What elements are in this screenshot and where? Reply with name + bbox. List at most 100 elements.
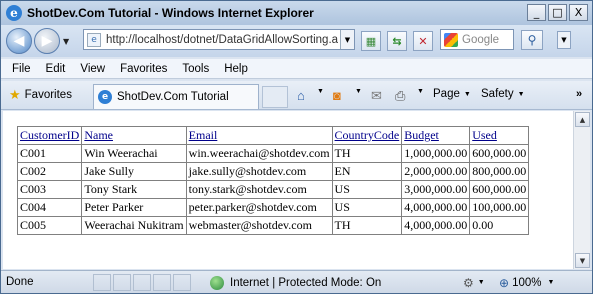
menu-favorites[interactable]: Favorites <box>120 63 167 75</box>
page-dropdown-icon: ▼ <box>463 90 471 98</box>
feeds-dropdown-icon[interactable]: ▼ <box>355 88 362 95</box>
table-row: C004 Peter Parker peter.parker@shotdev.c… <box>16 198 530 217</box>
status-segment <box>153 274 171 291</box>
table-row: C001 Win Weerachai win.weerachai@shotdev… <box>16 144 530 163</box>
protected-mode-settings[interactable]: ⚙ ▼ <box>463 274 485 291</box>
address-bar[interactable]: e http://localhost/dotnet/DataGridAllowS… <box>83 29 355 50</box>
grid-header-row: CustomerID Name Email CountryCode Budget… <box>16 126 530 145</box>
home-dropdown-icon[interactable]: ▼ <box>317 88 324 95</box>
cell-email: jake.sully@shotdev.com <box>185 162 333 181</box>
minimize-button[interactable]: _ <box>527 4 546 21</box>
header-customerid[interactable]: CustomerID <box>16 126 83 145</box>
cell-countrycode: US <box>331 198 403 217</box>
cell-name: Tony Stark <box>81 180 187 199</box>
customer-datagrid: CustomerID Name Email CountryCode Budget… <box>16 126 530 235</box>
print-dropdown-icon[interactable]: ▼ <box>417 88 424 95</box>
cell-used: 800,000.00 <box>469 162 530 181</box>
header-name[interactable]: Name <box>81 126 187 145</box>
safety-menu[interactable]: Safety ▼ <box>481 88 525 100</box>
table-row: C005 Weerachai Nukitram webmaster@shotde… <box>16 216 530 235</box>
menu-bar: File Edit View Favorites Tools Help <box>1 59 592 79</box>
sort-link-countrycode[interactable]: CountryCode <box>335 128 400 142</box>
favorites-button[interactable]: Favorites <box>25 89 72 101</box>
menu-view[interactable]: View <box>80 63 105 75</box>
header-budget[interactable]: Budget <box>401 126 471 145</box>
sort-link-used[interactable]: Used <box>472 128 497 142</box>
favorites-star-icon[interactable]: ★ <box>9 88 21 103</box>
safety-dropdown-icon: ▼ <box>517 90 525 98</box>
address-dropdown-icon[interactable]: ▼ <box>340 30 354 49</box>
cell-customerid: C002 <box>16 162 83 181</box>
cell-countrycode: US <box>331 180 403 199</box>
forward-button[interactable]: ▶ <box>34 28 60 54</box>
cell-budget: 1,000,000.00 <box>401 144 471 163</box>
url-text[interactable]: http://localhost/dotnet/DataGridAllowSor… <box>106 34 338 46</box>
cell-customerid: C003 <box>16 180 83 199</box>
more-commands-button[interactable]: » <box>576 88 582 100</box>
page-content: CustomerID Name Email CountryCode Budget… <box>3 111 573 269</box>
header-used[interactable]: Used <box>469 126 530 145</box>
cell-budget: 4,000,000.00 <box>401 198 471 217</box>
close-button[interactable]: X <box>569 4 588 21</box>
cell-budget: 3,000,000.00 <box>401 180 471 199</box>
menu-file[interactable]: File <box>12 63 31 75</box>
page-menu[interactable]: Page ▼ <box>433 88 471 100</box>
cell-used: 0.00 <box>469 216 530 235</box>
cell-countrycode: TH <box>331 144 403 163</box>
page-icon: e <box>87 32 101 47</box>
back-button[interactable]: ◀ <box>6 28 32 54</box>
scroll-up-icon[interactable]: ▲ <box>575 112 590 127</box>
zoom-control[interactable]: ⊕ 100% ▼ <box>499 274 554 291</box>
mail-icon[interactable]: ✉ <box>371 88 382 104</box>
cell-budget: 2,000,000.00 <box>401 162 471 181</box>
zone-text: Internet | Protected Mode: On <box>230 276 382 289</box>
table-row: C003 Tony Stark tony.stark@shotdev.com U… <box>16 180 530 199</box>
vertical-scrollbar[interactable]: ▲ ▼ <box>573 111 590 269</box>
cell-name: Weerachai Nukitram <box>81 216 187 235</box>
cell-email: webmaster@shotdev.com <box>185 216 333 235</box>
print-icon[interactable]: ⎙ <box>395 88 405 104</box>
cell-customerid: C005 <box>16 216 83 235</box>
tab-title[interactable]: ShotDev.Com Tutorial <box>117 91 229 103</box>
sort-link-budget[interactable]: Budget <box>404 128 439 142</box>
history-dropdown-icon[interactable]: ▼ <box>63 37 69 46</box>
stop-icon[interactable]: ✕ <box>413 31 433 51</box>
tab-page-icon: e <box>98 90 112 104</box>
page-menu-label[interactable]: Page <box>433 88 460 100</box>
cell-email: tony.stark@shotdev.com <box>185 180 333 199</box>
new-tab-button[interactable] <box>262 86 288 108</box>
menu-help[interactable]: Help <box>224 63 248 75</box>
menu-tools[interactable]: Tools <box>182 63 209 75</box>
sort-link-name[interactable]: Name <box>84 128 113 142</box>
search-placeholder[interactable]: Google <box>462 34 499 46</box>
security-zone[interactable]: Internet | Protected Mode: On <box>210 274 381 291</box>
cell-countrycode: TH <box>331 216 403 235</box>
home-icon[interactable]: ⌂ <box>297 88 305 103</box>
window-title: ShotDev.Com Tutorial - Windows Internet … <box>27 6 314 20</box>
address-toolbar: ◀ ▶ ▼ e http://localhost/dotnet/DataGrid… <box>1 25 592 57</box>
maximize-button[interactable]: □ <box>548 4 567 21</box>
zoom-level[interactable]: 100% <box>512 277 541 289</box>
sort-link-customerid[interactable]: CustomerID <box>20 128 79 142</box>
favorites-bar: ★ Favorites e ShotDev.Com Tutorial ⌂ ▼ ◙… <box>1 81 592 110</box>
menu-edit[interactable]: Edit <box>46 63 66 75</box>
search-button[interactable]: ⚲ <box>521 30 543 50</box>
header-email[interactable]: Email <box>185 126 333 145</box>
header-countrycode[interactable]: CountryCode <box>331 126 403 145</box>
globe-icon <box>210 275 224 290</box>
status-segment <box>133 274 151 291</box>
window-controls: _ □ X <box>527 4 588 21</box>
google-icon <box>444 32 458 47</box>
tab-shotdev[interactable]: e ShotDev.Com Tutorial <box>93 84 259 109</box>
refresh-icon[interactable]: ⇆ <box>387 31 407 51</box>
zoom-icon: ⊕ <box>499 275 510 290</box>
scroll-down-icon[interactable]: ▼ <box>575 253 590 268</box>
settings-dropdown-icon: ▼ <box>477 279 485 286</box>
sort-link-email[interactable]: Email <box>189 128 218 142</box>
feeds-icon[interactable]: ◙ <box>333 88 341 103</box>
safety-menu-label[interactable]: Safety <box>481 88 514 100</box>
search-options-dropdown-icon[interactable]: ▼ <box>557 31 571 49</box>
cell-countrycode: EN <box>331 162 403 181</box>
search-box[interactable]: Google <box>440 29 514 50</box>
compatibility-view-icon[interactable]: ▦ <box>361 31 381 51</box>
